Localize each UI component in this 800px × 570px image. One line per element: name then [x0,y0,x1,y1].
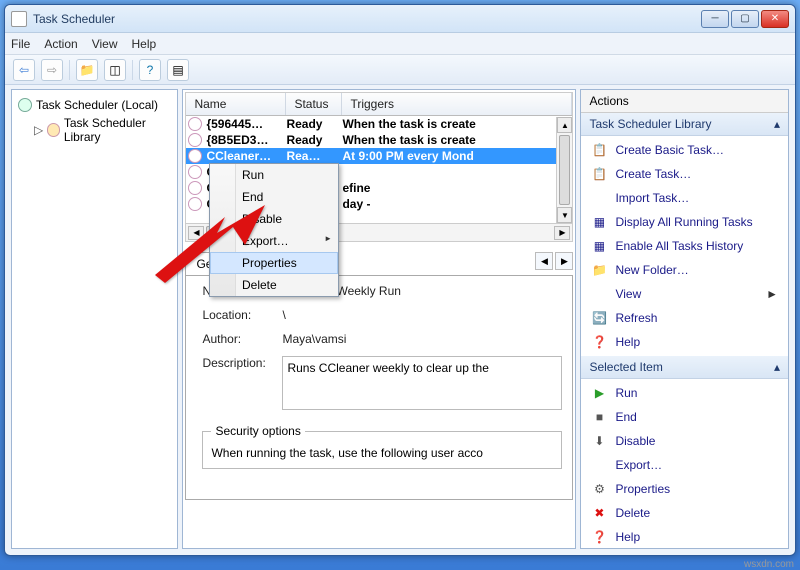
app-icon [11,11,27,27]
table-row[interactable]: CCleaner…Rea…At 9:00 PM every Mond [186,148,572,164]
action-icon: ✖ [591,505,607,521]
close-button[interactable]: ✕ [761,10,789,28]
expand-icon[interactable]: ▷ [34,123,43,137]
table-row[interactable]: {596445…ReadyWhen the task is create [186,116,572,132]
action-item[interactable]: 📋Create Basic Task… [581,138,788,162]
titlebar[interactable]: Task Scheduler ─ ▢ ✕ [5,5,795,33]
task-icon [188,149,202,163]
action-item[interactable]: ▦Display All Running Tasks [581,210,788,234]
folder-icon [47,123,60,137]
action-icon: ■ [591,409,607,425]
label-author: Author: [202,332,282,346]
back-button[interactable]: ⇦ [13,59,35,81]
menu-view[interactable]: View [92,37,118,51]
task-icon [188,117,202,131]
action-item[interactable]: View► [581,282,788,306]
maximize-button[interactable]: ▢ [731,10,759,28]
action-item[interactable]: ⚙Properties [581,477,788,501]
help-button[interactable]: ? [139,59,161,81]
collapse-icon[interactable]: ▴ [774,117,780,131]
actions-library-header[interactable]: Task Scheduler Library ▴ [581,113,788,136]
security-options: Security options When running the task, … [202,424,562,469]
action-icon [591,457,607,473]
action-item[interactable]: 📁New Folder… [581,258,788,282]
action-icon: 📁 [591,262,607,278]
action-icon: 📋 [591,142,607,158]
menu-file[interactable]: File [11,37,30,51]
action-item[interactable]: ■End [581,405,788,429]
action-item[interactable]: 📋Create Task… [581,162,788,186]
show-hide-button[interactable]: ◫ [104,59,126,81]
actions-selected-header[interactable]: Selected Item ▴ [581,356,788,379]
annotation-arrow [155,205,265,288]
ctx-run[interactable]: Run [210,164,338,186]
action-icon: ❓ [591,334,607,350]
vertical-scrollbar[interactable]: ▲ ▼ [556,117,572,223]
label-description: Description: [202,356,282,410]
scroll-right-icon[interactable]: ▶ [554,226,570,240]
security-legend: Security options [211,424,304,438]
value-author: Maya\vamsi [282,332,562,346]
action-item[interactable]: ▦Enable All Tasks History [581,234,788,258]
tree-pane: Task Scheduler (Local) ▷ Task Scheduler … [11,89,178,549]
action-icon [591,286,607,302]
task-icon [188,181,202,195]
task-icon [188,133,202,147]
center-pane: Name Status Triggers {596445…ReadyWhen t… [182,89,576,549]
actions-pane: Actions Task Scheduler Library ▴ 📋Create… [580,89,789,549]
action-icon: ▶ [591,385,607,401]
tab-scroll-left[interactable]: ◀ [535,252,553,270]
action-icon: ▦ [591,238,607,254]
action-icon: ⚙ [591,481,607,497]
action-item[interactable]: ▶Run [581,381,788,405]
up-button[interactable]: 📁 [76,59,98,81]
details-panel: Name: CCleaner Weekly Run Location: \ Au… [185,276,573,500]
window-title: Task Scheduler [33,12,701,26]
action-item[interactable]: 🔄Refresh [581,306,788,330]
tree-library[interactable]: ▷ Task Scheduler Library [32,114,173,146]
bar-button[interactable]: ▤ [167,59,189,81]
scroll-up-icon[interactable]: ▲ [557,117,572,133]
watermark: wsxdn.com [744,559,794,570]
action-icon: ▦ [591,214,607,230]
col-name[interactable]: Name [186,93,286,115]
menu-action[interactable]: Action [44,37,77,51]
actions-title: Actions [581,90,788,113]
action-icon: ⬇ [591,433,607,449]
list-header: Name Status Triggers [186,93,572,116]
action-icon: ❓ [591,529,607,545]
action-item[interactable]: ⬇Disable [581,429,788,453]
scroll-down-icon[interactable]: ▼ [557,207,572,223]
collapse-icon[interactable]: ▴ [774,360,780,374]
menu-help[interactable]: Help [132,37,157,51]
toolbar: ⇦ ⇨ 📁 ◫ ? ▤ [5,55,795,85]
value-location: \ [282,308,562,322]
table-row[interactable]: {8B5ED3…ReadyWhen the task is create [186,132,572,148]
action-icon [591,190,607,206]
app-window: Task Scheduler ─ ▢ ✕ File Action View He… [4,4,796,556]
minimize-button[interactable]: ─ [701,10,729,28]
scroll-thumb[interactable] [559,135,570,205]
action-icon: 🔄 [591,310,607,326]
action-icon: 📋 [591,166,607,182]
label-location: Location: [202,308,282,322]
action-item[interactable]: ❓Help [581,525,788,549]
tab-scroll-right[interactable]: ▶ [555,252,573,270]
action-item[interactable]: Import Task… [581,186,788,210]
clock-icon [18,98,32,112]
task-icon [188,165,202,179]
value-description: Runs CCleaner weekly to clear up the [282,356,562,410]
action-item[interactable]: ❓Help [581,330,788,354]
col-status[interactable]: Status [286,93,342,115]
action-item[interactable]: ✖Delete [581,501,788,525]
forward-button[interactable]: ⇨ [41,59,63,81]
col-triggers[interactable]: Triggers [342,93,572,115]
tree-root[interactable]: Task Scheduler (Local) [16,96,173,114]
menubar: File Action View Help [5,33,795,55]
security-text: When running the task, use the following… [211,446,553,460]
action-item[interactable]: Export… [581,453,788,477]
